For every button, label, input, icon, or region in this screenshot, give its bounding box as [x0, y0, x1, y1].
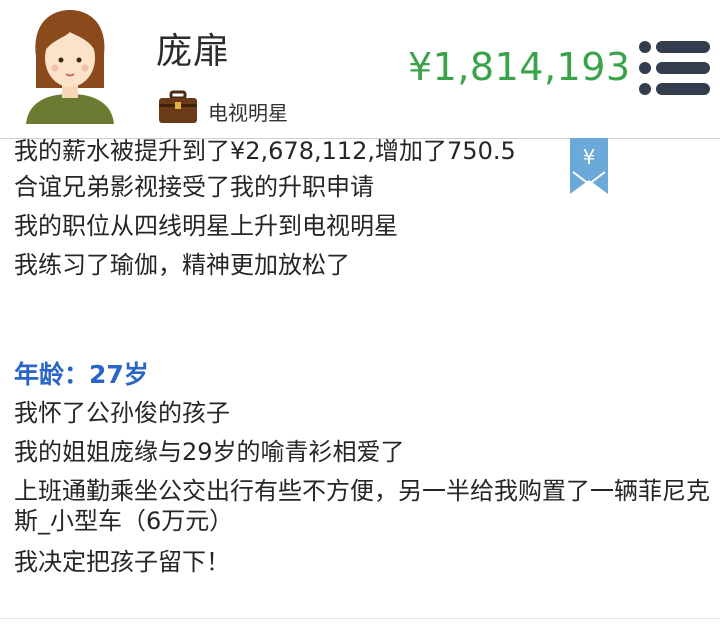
job-title: 电视明星: [208, 101, 288, 125]
log-line: 我怀了公孙俊的孩子: [14, 399, 230, 427]
log-line: 我的薪水被提升到了¥2,678,112,增加了750.5: [14, 138, 516, 165]
female-avatar-icon[interactable]: [22, 8, 118, 124]
log-line: 我练习了瑜伽，精神更加放松了: [14, 251, 350, 279]
log-line: 合谊兄弟影视接受了我的升职申请: [14, 173, 374, 201]
log-line: 我的职位从四线明星上升到电视明星: [14, 212, 398, 240]
status-header: 庞扉 电视明星 ¥1,814,193: [0, 0, 720, 139]
bookmark-symbol: ¥: [583, 145, 596, 169]
log-line: 上班通勤乘坐公交出行有些不方便，另一半给我购置了一辆菲尼克斯_小型车（6万元）: [14, 477, 710, 535]
bottom-divider: [0, 618, 720, 619]
age-heading: 年龄：27岁: [14, 360, 149, 389]
yen-bookmark-icon[interactable]: ¥: [570, 138, 608, 194]
player-name: 庞扉: [156, 31, 231, 72]
log-line: 我的姐姐庞缘与29岁的喻青衫相爱了: [14, 438, 405, 466]
menu-icon[interactable]: [638, 40, 712, 96]
log-line: 我决定把孩子留下！: [14, 548, 230, 576]
briefcase-icon: [159, 90, 197, 123]
money-balance: ¥1,814,193: [408, 45, 631, 89]
event-log: 我的薪水被提升到了¥2,678,112,增加了750.5 合谊兄弟影视接受了我的…: [0, 138, 720, 614]
